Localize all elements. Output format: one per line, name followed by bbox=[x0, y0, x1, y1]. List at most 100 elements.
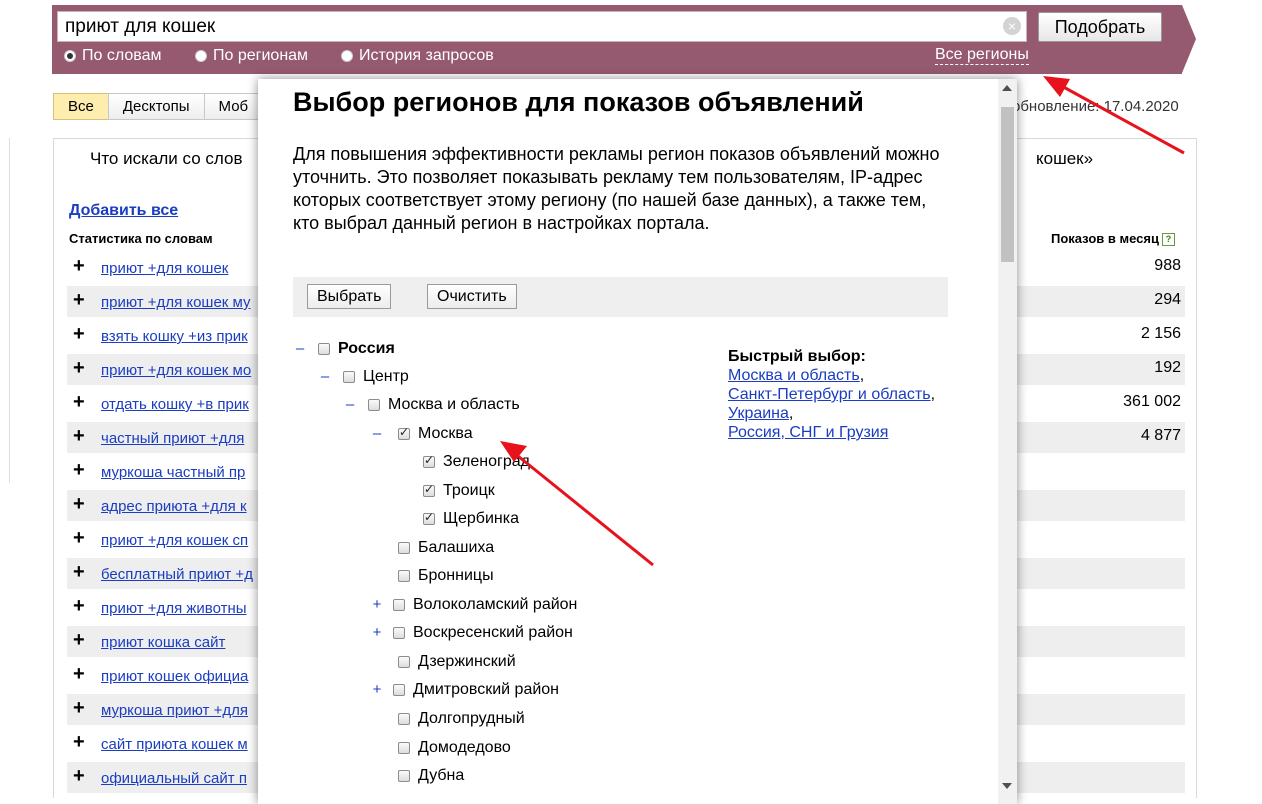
quick-link-moscow[interactable]: Москва и область bbox=[728, 367, 860, 384]
keyword-link[interactable]: приют +для кошек му bbox=[101, 294, 251, 311]
mode-radio-history[interactable]: История запросов bbox=[341, 47, 494, 65]
region-item[interactable]: Дмитровский район bbox=[393, 680, 559, 700]
checkbox-checked-icon[interactable] bbox=[423, 510, 435, 525]
keyword-link[interactable]: взять кошку +из прик bbox=[101, 328, 248, 345]
add-plus-icon[interactable]: + bbox=[73, 288, 85, 312]
mode-radio-regions[interactable]: По регионам bbox=[195, 47, 308, 65]
keyword-link[interactable]: бесплатный приют +д bbox=[101, 566, 253, 583]
keyword-link[interactable]: официальный сайт п bbox=[101, 770, 247, 787]
add-plus-icon[interactable]: + bbox=[73, 492, 85, 516]
add-plus-icon[interactable]: + bbox=[73, 628, 85, 652]
keyword-link[interactable]: частный приют +для bbox=[101, 430, 244, 447]
region-item[interactable]: Щербинка bbox=[423, 509, 519, 529]
dialog-title: Выбор регионов для показов объявлений bbox=[293, 87, 864, 117]
region-item[interactable]: Россия bbox=[318, 339, 395, 359]
help-icon[interactable]: ? bbox=[1161, 233, 1175, 247]
checkbox-icon[interactable] bbox=[393, 684, 405, 696]
add-plus-icon[interactable]: + bbox=[73, 526, 85, 550]
keyword-link[interactable]: приют кошка сайт bbox=[101, 634, 225, 651]
quick-link-spb[interactable]: Санкт-Петербург и область bbox=[728, 386, 931, 403]
checkbox-icon[interactable] bbox=[393, 627, 405, 639]
collapse-icon[interactable]: – bbox=[318, 368, 332, 385]
keyword-link[interactable]: приют кошек официа bbox=[101, 668, 248, 685]
add-plus-icon[interactable]: + bbox=[73, 390, 85, 414]
add-plus-icon[interactable]: + bbox=[73, 662, 85, 686]
expand-icon[interactable]: + bbox=[370, 624, 384, 641]
mode-label: По словам bbox=[82, 47, 162, 64]
add-all-link[interactable]: Добавить все bbox=[69, 202, 178, 220]
checkbox-icon[interactable] bbox=[398, 656, 410, 668]
keyword-link[interactable]: приют +для кошек мо bbox=[101, 362, 251, 379]
add-plus-icon[interactable]: + bbox=[73, 696, 85, 720]
quick-link-russia-cis[interactable]: Россия, СНГ и Грузия bbox=[728, 424, 888, 441]
quick-select-title: Быстрый выбор: bbox=[728, 348, 866, 365]
checkbox-icon[interactable] bbox=[398, 542, 410, 554]
add-plus-icon[interactable]: + bbox=[73, 764, 85, 788]
region-item[interactable]: Волоколамский район bbox=[393, 595, 577, 615]
select-button[interactable]: Выбрать bbox=[307, 284, 392, 309]
keyword-link[interactable]: муркоша приют +для bbox=[101, 702, 248, 719]
region-label: Дзержинский bbox=[418, 653, 516, 670]
checkbox-checked-icon[interactable] bbox=[398, 425, 410, 440]
collapse-icon[interactable]: – bbox=[370, 425, 384, 442]
dialog-scrollbar[interactable] bbox=[998, 79, 1017, 804]
keyword-link[interactable]: приют +для животны bbox=[101, 600, 247, 617]
keyword-link[interactable]: муркоша частный пр bbox=[101, 464, 245, 481]
checkbox-checked-icon[interactable] bbox=[423, 453, 435, 468]
region-item[interactable]: Дзержинский bbox=[398, 652, 516, 672]
add-plus-icon[interactable]: + bbox=[73, 560, 85, 584]
quick-link-ukraine[interactable]: Украина bbox=[728, 405, 789, 422]
checkbox-icon[interactable] bbox=[318, 343, 330, 355]
add-plus-icon[interactable]: + bbox=[73, 322, 85, 346]
checkbox-checked-icon[interactable] bbox=[423, 482, 435, 497]
keyword-count: 988 bbox=[1154, 257, 1181, 274]
region-item[interactable]: Зеленоград bbox=[423, 452, 530, 472]
region-item[interactable]: Бронницы bbox=[398, 566, 494, 586]
keyword-link[interactable]: адрес приюта +для к bbox=[101, 498, 247, 515]
scroll-down-icon[interactable] bbox=[1002, 783, 1012, 789]
checkbox-icon[interactable] bbox=[398, 713, 410, 725]
add-plus-icon[interactable]: + bbox=[73, 458, 85, 482]
expand-icon[interactable]: + bbox=[370, 681, 384, 698]
region-item[interactable]: Москва и область bbox=[368, 395, 520, 415]
scroll-thumb[interactable] bbox=[1001, 107, 1014, 262]
tab-mobile[interactable]: Моб bbox=[203, 93, 264, 120]
add-plus-icon[interactable]: + bbox=[73, 424, 85, 448]
keyword-link[interactable]: сайт приюта кошек м bbox=[101, 736, 248, 753]
mode-radio-words[interactable]: По словам bbox=[64, 47, 161, 65]
tab-all[interactable]: Все bbox=[53, 93, 109, 120]
checkbox-icon[interactable] bbox=[343, 371, 355, 383]
add-plus-icon[interactable]: + bbox=[73, 254, 85, 278]
keyword-link[interactable]: приют +для кошек bbox=[101, 260, 228, 277]
region-item[interactable]: Воскресенский район bbox=[393, 623, 573, 643]
clear-button[interactable]: Очистить bbox=[427, 284, 517, 309]
scroll-up-icon[interactable] bbox=[1002, 85, 1012, 91]
close-circle-icon[interactable]: × bbox=[1003, 17, 1021, 35]
expand-icon[interactable]: + bbox=[370, 596, 384, 613]
all-regions-link[interactable]: Все регионы bbox=[935, 46, 1029, 65]
tab-desktops[interactable]: Десктопы bbox=[107, 93, 205, 120]
region-item[interactable]: Дубна bbox=[398, 766, 464, 786]
add-plus-icon[interactable]: + bbox=[73, 356, 85, 380]
region-item[interactable]: Москва bbox=[398, 424, 473, 444]
region-item[interactable]: Долгопрудный bbox=[398, 709, 525, 729]
pick-button[interactable]: Подобрать bbox=[1038, 12, 1162, 42]
region-item[interactable]: Балашиха bbox=[398, 538, 494, 558]
region-item[interactable]: Центр bbox=[343, 367, 409, 387]
region-item[interactable]: Домодедово bbox=[398, 738, 511, 758]
keyword-link[interactable]: отдать кошку +в прик bbox=[101, 396, 249, 413]
search-input[interactable]: приют для кошек bbox=[57, 11, 1027, 42]
checkbox-icon[interactable] bbox=[398, 742, 410, 754]
collapse-icon[interactable]: – bbox=[343, 396, 357, 413]
region-item[interactable]: Троицк bbox=[423, 481, 495, 501]
keyword-count: 2 156 bbox=[1140, 325, 1181, 342]
keyword-link[interactable]: приют +для кошек сп bbox=[101, 532, 248, 549]
add-plus-icon[interactable]: + bbox=[73, 730, 85, 754]
checkbox-icon[interactable] bbox=[398, 570, 410, 582]
keyword-count: 361 002 bbox=[1123, 393, 1181, 410]
collapse-icon[interactable]: – bbox=[293, 340, 307, 357]
checkbox-icon[interactable] bbox=[368, 399, 380, 411]
checkbox-icon[interactable] bbox=[393, 599, 405, 611]
add-plus-icon[interactable]: + bbox=[73, 594, 85, 618]
checkbox-icon[interactable] bbox=[398, 770, 410, 782]
